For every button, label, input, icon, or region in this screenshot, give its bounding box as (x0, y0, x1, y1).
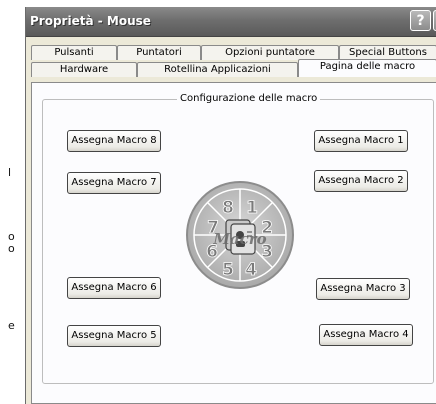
background-text-fragment: e (8, 319, 15, 332)
tab-special-buttons[interactable]: Special Buttons (339, 45, 436, 60)
tab-opzioni-puntatore[interactable]: Opzioni puntatore (201, 45, 339, 60)
window-title: Proprietà - Mouse (30, 14, 151, 28)
assign-macro-7-button[interactable]: Assegna Macro 7 (67, 172, 161, 194)
mouse-properties-window: Proprietà - Mouse ? Pulsanti Puntatori O… (25, 7, 436, 404)
dial-number-8: 8 (222, 198, 234, 218)
macro-config-group: Configurazione delle macro Assegna Macro… (42, 93, 434, 384)
tab-pulsanti[interactable]: Pulsanti (31, 45, 117, 60)
help-button[interactable]: ? (410, 10, 431, 31)
assign-macro-3-button[interactable]: Assegna Macro 3 (316, 278, 410, 300)
assign-macro-4-button[interactable]: Assegna Macro 4 (319, 324, 413, 346)
tab-puntatori[interactable]: Puntatori (117, 45, 201, 60)
macro-logo-text: Macro (212, 230, 266, 248)
assign-macro-6-button[interactable]: Assegna Macro 6 (67, 277, 161, 299)
macro-dial-wheel: 1 2 3 4 5 6 7 8 Macro (186, 181, 294, 289)
macro-page-panel: Configurazione delle macro Assegna Macro… (31, 82, 436, 404)
background-text-fragment: l (8, 166, 12, 179)
assign-macro-8-button[interactable]: Assegna Macro 8 (67, 130, 161, 152)
assign-macro-1-button[interactable]: Assegna Macro 1 (314, 130, 408, 152)
group-title: Configurazione delle macro (177, 93, 321, 104)
assign-macro-2-button[interactable]: Assegna Macro 2 (314, 170, 408, 192)
tab-hardware[interactable]: Hardware (31, 62, 137, 77)
background-text-fragment: o (8, 242, 15, 255)
dial-number-5: 5 (222, 260, 234, 280)
assign-macro-5-button[interactable]: Assegna Macro 5 (67, 325, 161, 347)
title-bar[interactable]: Proprietà - Mouse ? (26, 7, 436, 37)
tab-rotellina-applicazioni[interactable]: Rotellina Applicazioni (137, 62, 298, 77)
dial-number-4: 4 (245, 260, 257, 280)
dial-number-1: 1 (246, 198, 258, 218)
tab-pagina-delle-macro[interactable]: Pagina delle macro (298, 59, 436, 77)
